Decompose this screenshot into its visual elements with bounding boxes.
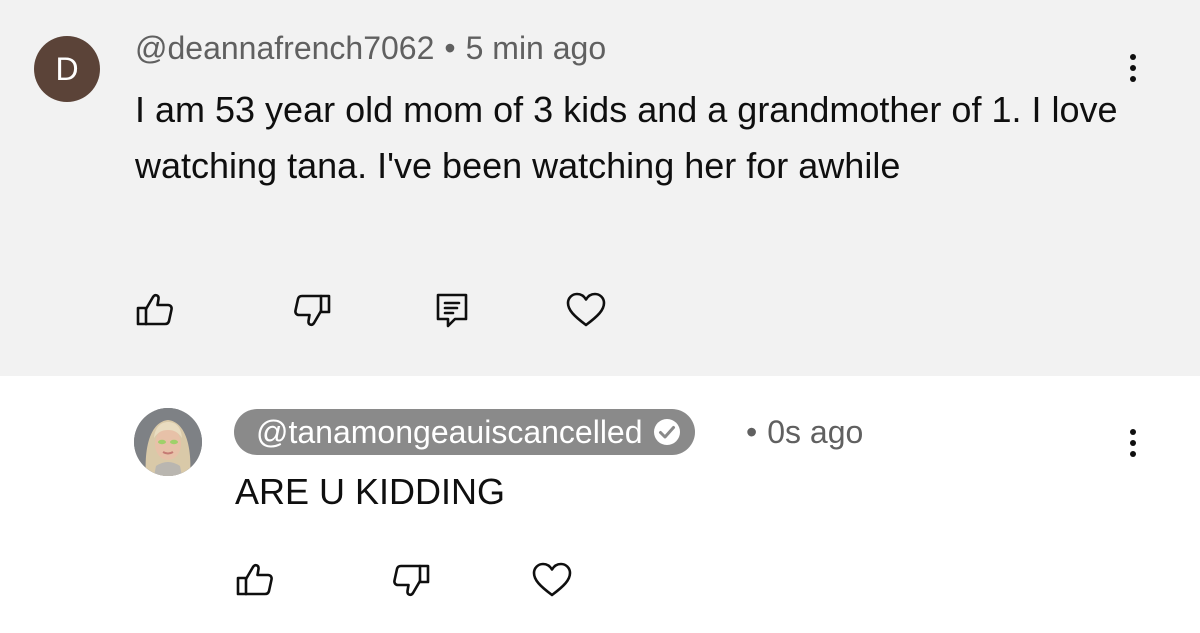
reply-author-handle: @tanamongeauiscancelled (256, 414, 643, 450)
heart-icon (532, 562, 572, 597)
comment-timestamp[interactable]: 5 min ago (466, 30, 607, 66)
more-dot (1130, 429, 1136, 435)
comment-card: D @deannafrench7062 • 5 min ago I am 53 ye… (0, 0, 1200, 376)
more-options-button[interactable] (1118, 418, 1148, 468)
profile-photo-icon (134, 408, 202, 476)
meta-separator: • (746, 414, 758, 450)
avatar[interactable]: D (34, 36, 100, 102)
more-options-button[interactable] (1118, 43, 1148, 93)
more-dot (1130, 65, 1136, 71)
comment-meta: @deannafrench7062 • 5 min ago (135, 30, 606, 67)
more-dot (1130, 76, 1136, 82)
dislike-icon (294, 294, 331, 327)
dislike-button[interactable] (290, 288, 334, 332)
meta-separator: • (444, 30, 456, 66)
reply-button[interactable] (430, 288, 474, 332)
comment-author-handle[interactable]: @deannafrench7062 (135, 30, 434, 66)
comment-text: I am 53 year old mom of 3 kids and a gra… (135, 89, 1118, 186)
like-button[interactable] (233, 558, 277, 602)
heart-button[interactable] (530, 558, 574, 602)
dislike-button[interactable] (389, 558, 433, 602)
reply-icon (436, 293, 468, 328)
more-dot (1130, 440, 1136, 446)
reply-author-handle-chip[interactable]: @tanamongeauiscancelled (234, 409, 695, 455)
like-button[interactable] (133, 288, 177, 332)
avatar[interactable] (134, 408, 202, 476)
heart-button[interactable] (564, 288, 608, 332)
reply-text: ARE U KIDDING (235, 471, 506, 512)
like-icon (136, 293, 173, 326)
reply-card: @tanamongeauiscancelled • 0s ago ARE U KI… (0, 376, 1200, 633)
like-icon (236, 563, 273, 596)
more-dot (1130, 451, 1136, 457)
heart-icon (566, 292, 606, 327)
reply-timestamp[interactable]: 0s ago (767, 414, 863, 450)
reply-meta: • 0s ago (746, 414, 863, 451)
dislike-icon (393, 564, 430, 597)
verified-check-icon (653, 419, 680, 445)
more-dot (1130, 54, 1136, 60)
